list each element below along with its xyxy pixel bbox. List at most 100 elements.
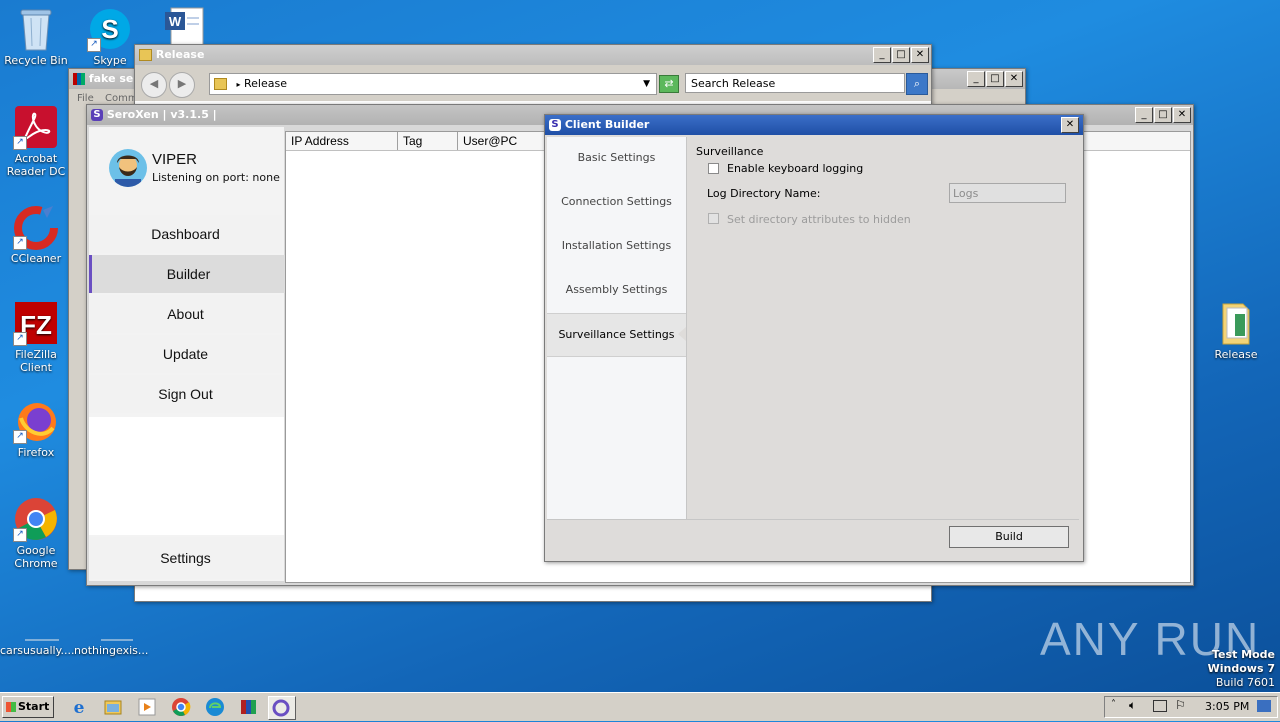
folder-small-icon (139, 49, 152, 61)
close-button[interactable]: ✕ (1005, 71, 1023, 87)
column-ip-address[interactable]: IP Address (286, 132, 398, 150)
nav-about[interactable]: About (89, 295, 282, 333)
folder-small-icon (214, 78, 227, 90)
client-builder-title-bar[interactable]: S Client Builder (545, 115, 1083, 135)
close-button[interactable]: ✕ (1173, 107, 1191, 123)
show-desktop-button[interactable] (1257, 700, 1271, 712)
explorer-taskbar-icon[interactable] (102, 696, 124, 718)
sidebar-spacer (89, 417, 284, 535)
close-button[interactable]: ✕ (911, 47, 929, 63)
logdir-input[interactable]: Logs (949, 183, 1066, 203)
winrar-taskbar-icon[interactable] (238, 696, 260, 718)
client-builder-dialog[interactable]: S Client Builder ✕ Basic Settings Connec… (544, 114, 1084, 562)
filezilla-icon: FZ ↗ (13, 300, 59, 346)
nav-sign-out[interactable]: Sign Out (89, 375, 282, 413)
desktop-icon-release[interactable]: Release (1200, 300, 1272, 361)
skype-icon: S ↗ (87, 6, 133, 52)
volume-icon[interactable]: 🔈︎ (1129, 698, 1136, 713)
flag-icon[interactable]: ⚐ (1175, 698, 1186, 712)
search-input[interactable]: Search Release (685, 73, 905, 93)
avatar (109, 149, 147, 187)
build-button-label: Build (995, 530, 1023, 543)
shortcut-arrow-icon: ↗ (13, 430, 27, 444)
refresh-button[interactable]: ⇄ (659, 75, 679, 93)
tab-connection-settings[interactable]: Connection Settings (547, 181, 686, 223)
acrobat-icon: ↗ (13, 104, 59, 150)
windows-logo-icon (6, 702, 16, 712)
desktop-icon-file-2[interactable]: nothingexis... (74, 616, 148, 657)
nav-builder[interactable]: Builder (89, 255, 285, 293)
desktop-icon-label: Release (1214, 348, 1258, 361)
network-icon[interactable] (1153, 700, 1167, 712)
desktop-icon-recycle-bin[interactable]: Recycle Bin (0, 6, 72, 67)
desktop-icon-file-1[interactable]: carsusually.... (0, 616, 75, 657)
desktop-icon-label: Acrobat Reader DC (6, 152, 66, 178)
back-button[interactable]: ◀ (141, 72, 167, 98)
builder-tabs: Basic Settings Connection Settings Insta… (547, 137, 687, 519)
close-button[interactable]: ✕ (1061, 117, 1079, 133)
start-button[interactable]: Start (2, 696, 54, 718)
dropdown-arrow-icon[interactable]: ▼ (643, 74, 650, 94)
column-user-pc[interactable]: User@PC (458, 132, 548, 150)
tab-pointer-icon (678, 327, 686, 341)
shortcut-arrow-icon: ↗ (87, 38, 101, 52)
client-builder-title: Client Builder (564, 118, 650, 131)
ie-icon[interactable]: e (68, 696, 90, 718)
minimize-button[interactable]: _ (1135, 107, 1153, 123)
minimize-button[interactable]: _ (967, 71, 985, 87)
tray-expand-icon[interactable]: ˄ (1111, 699, 1116, 710)
word-document-icon[interactable]: W (165, 6, 209, 47)
shortcut-arrow-icon: ↗ (13, 236, 27, 250)
desktop-icon-chrome[interactable]: ↗ Google Chrome (0, 496, 72, 570)
tab-installation-settings[interactable]: Installation Settings (547, 225, 686, 267)
menu-comm[interactable]: Comm (105, 93, 138, 104)
test-mode-text: Test Mode Windows 7 Build 7601 (1180, 648, 1275, 690)
chrome-taskbar-icon[interactable] (170, 696, 192, 718)
nav-dashboard[interactable]: Dashboard (89, 215, 282, 253)
maximize-button[interactable]: □ (1154, 107, 1172, 123)
search-placeholder: Search Release (691, 77, 776, 90)
ccleaner-icon: ↗ (13, 204, 59, 250)
start-label: Start (18, 700, 50, 713)
address-bar[interactable]: ▸ Release ▼ (209, 73, 657, 95)
firefox-icon: ↗ (13, 398, 59, 444)
fake-window-title: fake ser (88, 72, 139, 85)
build-line: Build 7601 (1215, 676, 1275, 689)
listening-status: Listening on port: none (152, 171, 280, 184)
tab-assembly-settings[interactable]: Assembly Settings (547, 269, 686, 311)
search-icon[interactable]: ⌕ (906, 73, 928, 95)
media-player-icon[interactable] (136, 696, 158, 718)
desktop-icon-firefox[interactable]: ↗ Firefox (0, 398, 72, 459)
column-tag[interactable]: Tag (398, 132, 458, 150)
logdir-label: Log Directory Name: (707, 187, 821, 200)
edge-icon[interactable] (204, 696, 226, 718)
desktop-icon-acrobat[interactable]: ↗ Acrobat Reader DC (0, 104, 72, 178)
explorer-title-bar[interactable]: Release (135, 45, 931, 65)
desktop-icon-label: CCleaner (10, 252, 62, 265)
system-tray: ˄ 🔈︎ ⚐ 3:05 PM (1104, 696, 1278, 718)
chrome-icon: ↗ (13, 496, 59, 542)
hidden-checkbox (708, 213, 719, 224)
build-button[interactable]: Build (949, 526, 1069, 548)
section-title: Surveillance (696, 145, 764, 158)
forward-button[interactable]: ▶ (169, 72, 195, 98)
nav-settings[interactable]: Settings (89, 537, 282, 579)
maximize-button[interactable]: □ (986, 71, 1004, 87)
logdir-value: Logs (953, 187, 979, 200)
desktop-icon-filezilla[interactable]: FZ ↗ FileZilla Client (0, 300, 72, 374)
nav-update[interactable]: Update (89, 335, 282, 373)
tab-surveillance-settings[interactable]: Surveillance Settings (547, 313, 686, 357)
keylog-checkbox[interactable] (708, 163, 719, 174)
menu-file[interactable]: File (77, 93, 94, 104)
maximize-button[interactable]: □ (892, 47, 910, 63)
seroxen-taskbar-icon[interactable] (268, 696, 296, 720)
svg-text:S: S (101, 14, 118, 44)
seroxen-title: SeroXen | v3.1.5 | (106, 108, 217, 121)
keylog-label: Enable keyboard logging (727, 162, 864, 175)
user-name: VIPER (152, 151, 198, 168)
winrar-icon (73, 73, 85, 85)
clock[interactable]: 3:05 PM (1205, 700, 1249, 713)
tab-basic-settings[interactable]: Basic Settings (547, 137, 686, 179)
minimize-button[interactable]: _ (873, 47, 891, 63)
desktop-icon-ccleaner[interactable]: ↗ CCleaner (0, 204, 72, 265)
